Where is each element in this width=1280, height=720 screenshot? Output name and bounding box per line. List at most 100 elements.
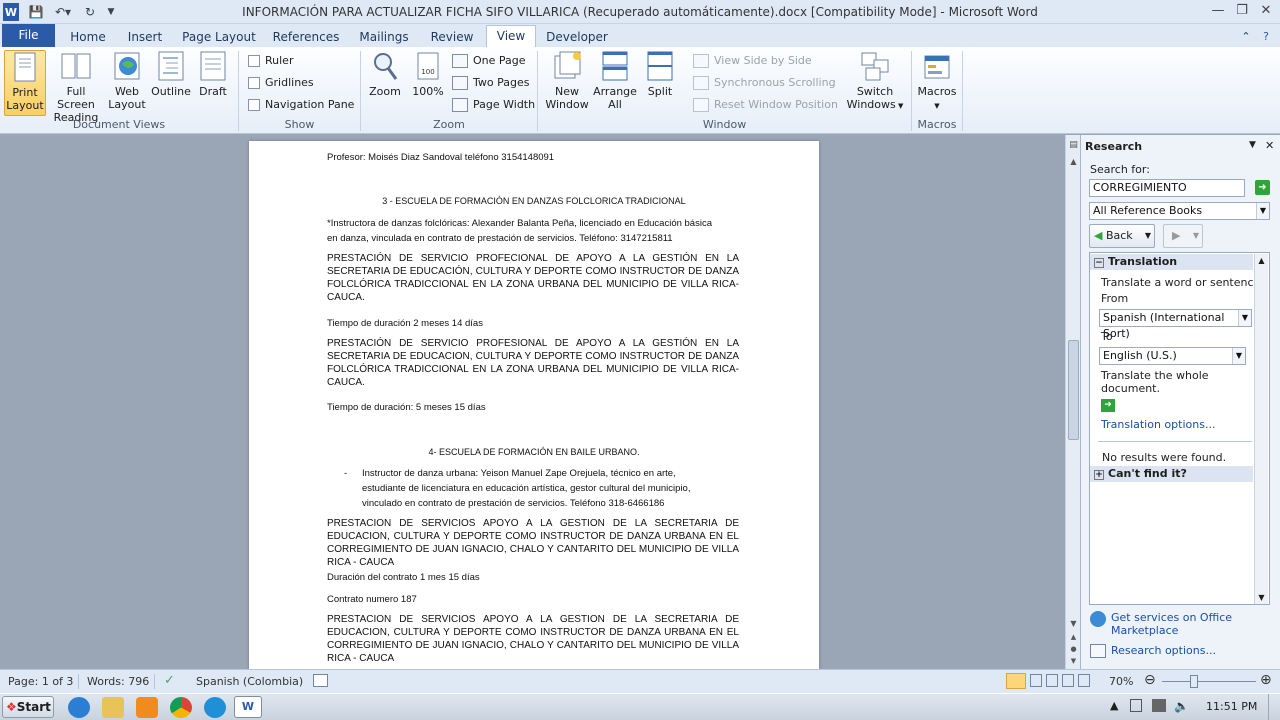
- edge-icon[interactable]: [204, 697, 226, 718]
- print-layout-button[interactable]: Print Layout: [4, 50, 46, 116]
- two-pages-button[interactable]: Two Pages: [452, 74, 529, 92]
- tab-page-layout[interactable]: Page Layout: [180, 27, 258, 47]
- translation-section-header[interactable]: − Translation: [1090, 254, 1253, 270]
- zoom-out-icon[interactable]: ⊖: [1144, 672, 1156, 688]
- macro-recording-icon[interactable]: [313, 674, 328, 687]
- cant-find-section-header[interactable]: + Can't find it?: [1090, 466, 1253, 482]
- navigation-pane-checkbox[interactable]: Navigation Pane: [248, 96, 354, 114]
- page-width-button[interactable]: Page Width: [452, 96, 535, 114]
- research-options-link[interactable]: Research options...: [1111, 644, 1216, 657]
- checkbox-icon: [248, 99, 260, 111]
- flag-icon[interactable]: [1130, 699, 1142, 712]
- new-window-button[interactable]: New Window: [543, 50, 591, 111]
- one-page-button[interactable]: One Page: [452, 52, 526, 70]
- page-count-status[interactable]: Page: 1 of 3: [8, 675, 73, 688]
- back-button[interactable]: ◀ Back ▼: [1089, 224, 1155, 248]
- tab-home[interactable]: Home: [64, 27, 112, 47]
- translation-options-link[interactable]: Translation options...: [1101, 418, 1215, 431]
- pane-options-icon[interactable]: ▼: [1249, 140, 1256, 150]
- arrange-all-button[interactable]: Arrange All: [593, 50, 637, 111]
- word-taskbar-icon[interactable]: W: [234, 696, 262, 718]
- chrome-icon[interactable]: [170, 697, 192, 718]
- ruler-toggle-icon[interactable]: ▤: [1068, 140, 1079, 154]
- reference-source-select[interactable]: All Reference Books ▼: [1089, 202, 1270, 220]
- tab-references[interactable]: References: [270, 27, 342, 47]
- scroll-up-icon[interactable]: ▲: [1068, 157, 1079, 169]
- tab-mailings[interactable]: Mailings: [354, 27, 414, 47]
- doc-line: Tiempo de duración 2 meses 14 días: [327, 318, 483, 329]
- get-services-link[interactable]: Get services on Office Marketplace: [1111, 611, 1251, 637]
- close-pane-icon[interactable]: ✕: [1265, 139, 1274, 152]
- next-page-icon[interactable]: ▼: [1068, 657, 1079, 667]
- tab-view[interactable]: View: [486, 25, 536, 48]
- language-status[interactable]: Spanish (Colombia): [196, 675, 303, 688]
- split-button[interactable]: Split: [641, 50, 679, 98]
- view-side-by-side-button[interactable]: View Side by Side: [693, 52, 812, 70]
- web-layout-button[interactable]: Web Layout: [107, 50, 147, 111]
- tab-insert[interactable]: Insert: [122, 27, 168, 47]
- draft-view-icon[interactable]: [1078, 674, 1090, 687]
- internet-explorer-icon[interactable]: [68, 697, 90, 718]
- tab-file[interactable]: File: [2, 24, 55, 47]
- previous-page-icon[interactable]: ▲: [1068, 633, 1079, 643]
- zoom-level-status[interactable]: 70%: [1109, 675, 1133, 688]
- vertical-scrollbar[interactable]: ▤ ▲ ▼ ▲ ● ▼: [1065, 135, 1080, 669]
- help-icon[interactable]: ?: [1258, 27, 1274, 47]
- full-screen-view-icon[interactable]: [1030, 674, 1042, 687]
- zoom-100-button[interactable]: 100 100%: [408, 50, 448, 98]
- clock[interactable]: 11:51 PM: [1206, 700, 1257, 713]
- print-layout-label: Print: [12, 86, 38, 99]
- switch-windows-button[interactable]: Switch Windows ▼: [843, 50, 907, 113]
- full-screen-reading-button[interactable]: Full Screen Reading: [48, 50, 104, 124]
- results-scrollbar[interactable]: ▲ ▼: [1254, 254, 1268, 604]
- doc-bullet-line: vinculado en contrato de prestación de s…: [362, 498, 665, 509]
- start-searching-icon[interactable]: ➜: [1255, 180, 1270, 195]
- file-explorer-icon[interactable]: [102, 697, 124, 718]
- to-language-select[interactable]: English (U.S.) ▼: [1099, 347, 1246, 365]
- print-layout-view-icon[interactable]: [1006, 673, 1026, 689]
- zoom-in-icon[interactable]: ⊕: [1260, 672, 1272, 688]
- scroll-up-icon[interactable]: ▲: [1255, 256, 1268, 265]
- chevron-down-icon: ▼: [1256, 203, 1269, 219]
- start-button[interactable]: ❖Start: [2, 696, 54, 718]
- browse-object-icon[interactable]: ●: [1068, 645, 1079, 655]
- web-layout-view-icon[interactable]: [1046, 674, 1058, 687]
- ribbon: Print Layout Full Screen Reading Web Layout…: [0, 47, 1280, 134]
- document-page[interactable]: Profesor: Moisés Diaz Sandoval teléfono …: [249, 141, 819, 671]
- macros-button[interactable]: Macros ▼: [915, 50, 959, 113]
- close-icon[interactable]: ✕: [1254, 2, 1278, 20]
- tab-review[interactable]: Review: [424, 27, 480, 47]
- draft-button[interactable]: Draft: [194, 50, 232, 98]
- scroll-thumb[interactable]: [1068, 340, 1079, 440]
- volume-icon[interactable]: 🔈: [1174, 699, 1189, 713]
- doc-heading-3: 3 - ESCUELA DE FORMACIÓN EN DANZAS FOLCL…: [382, 196, 686, 206]
- minimize-icon[interactable]: —: [1206, 2, 1230, 20]
- ruler-checkbox[interactable]: Ruler: [248, 52, 293, 70]
- doc-line: Duración del contrato 1 mes 15 días: [327, 572, 480, 583]
- gridlines-checkbox[interactable]: Gridlines: [248, 74, 314, 92]
- help-collapse-icon[interactable]: ⌃: [1238, 27, 1254, 47]
- side-by-side-label: View Side by Side: [714, 54, 812, 67]
- word-count-status[interactable]: Words: 796: [87, 675, 149, 688]
- scroll-down-icon[interactable]: ▼: [1068, 619, 1079, 631]
- outline-view-icon[interactable]: [1062, 674, 1074, 687]
- proofing-icon[interactable]: ✓: [164, 673, 175, 688]
- zoom-button[interactable]: Zoom: [366, 50, 404, 98]
- reset-window-position-button[interactable]: Reset Window Position: [693, 96, 838, 114]
- from-language-select[interactable]: Spanish (International Sort) ▼: [1099, 309, 1252, 340]
- show-hidden-icons-icon[interactable]: ▲: [1110, 699, 1118, 712]
- tab-developer[interactable]: Developer: [544, 27, 610, 47]
- zoom-slider-thumb[interactable]: [1190, 675, 1198, 688]
- outline-button[interactable]: Outline: [150, 50, 192, 98]
- media-player-icon[interactable]: [136, 697, 158, 718]
- forward-button[interactable]: ▶ ▼: [1163, 224, 1203, 248]
- show-desktop-button[interactable]: [1268, 694, 1280, 720]
- restore-icon[interactable]: ❐: [1230, 2, 1254, 20]
- translate-document-go-icon[interactable]: ➜: [1101, 399, 1115, 412]
- synchronous-scrolling-button[interactable]: Synchronous Scrolling: [693, 74, 836, 92]
- switch-windows-label-2: Windows: [846, 98, 896, 111]
- research-search-input[interactable]: CORREGIMIENTO: [1089, 179, 1245, 197]
- zoom-slider-track[interactable]: [1162, 681, 1256, 682]
- scroll-down-icon[interactable]: ▼: [1255, 593, 1268, 602]
- network-icon[interactable]: [1152, 699, 1166, 712]
